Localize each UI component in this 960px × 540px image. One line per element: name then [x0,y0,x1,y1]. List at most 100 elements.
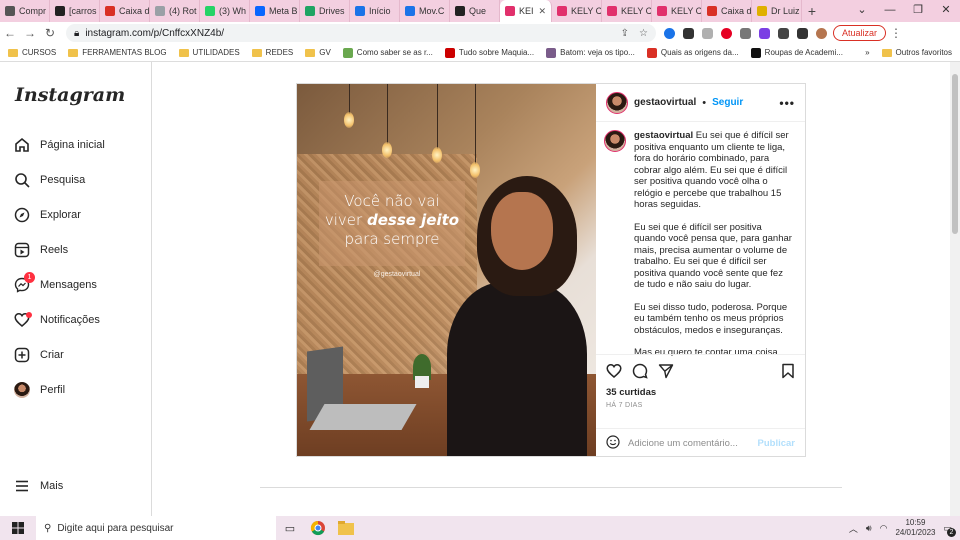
caption-text: gestaovirtual Eu sei que é difícil ser p… [634,130,794,356]
avatar[interactable] [606,91,628,114]
nav-search[interactable]: Pesquisa [14,172,85,188]
hamburger-menu-icon [14,478,30,494]
browser-tab[interactable]: Meta B [250,0,300,22]
bookmark-label: Quais as origens da... [660,48,739,57]
extension-icon[interactable] [759,27,770,39]
likes-count[interactable]: 35 curtidas [606,387,795,398]
other-bookmarks[interactable]: Outros favoritos [881,48,960,57]
tab-label: (4) Rot [169,6,197,16]
browser-tab[interactable]: Caixa d [702,0,752,22]
taskbar-search[interactable]: ⚲ Digite aqui para pesquisar [36,516,276,540]
more-options-icon[interactable]: ••• [779,96,795,110]
address-bar[interactable]: 🔒︎ instagram.com/p/CnffcxXNZ4b/ ⇪ ☆ [66,24,656,42]
browser-tab[interactable]: Caixa d [100,0,150,22]
follow-button[interactable]: Seguir [712,97,743,108]
instagram-logo[interactable]: Instagram [15,84,125,106]
nav-messages[interactable]: 1 Mensagens [14,272,97,293]
browser-tab[interactable]: KEI ✕ [500,0,552,22]
share-icon[interactable]: ⇪ [621,28,629,39]
browser-tab[interactable]: Drives [300,0,350,22]
bookmark-link[interactable]: Quais as origens da... [646,47,739,58]
emoji-icon[interactable] [606,435,620,452]
windows-start-icon[interactable] [0,522,36,534]
clock-time: 10:59 [905,518,926,527]
comment-icon[interactable] [632,363,648,382]
chevron-up-icon[interactable]: ︿ [849,522,858,535]
file-explorer-icon[interactable] [332,521,360,535]
nav-notifications[interactable]: Notificações [14,312,100,328]
notification-count: 2 [947,527,956,537]
notification-dot [26,312,32,318]
folder-icon [178,48,189,57]
browser-tab[interactable]: Compr [0,0,50,22]
bookmarks-overflow[interactable]: » [865,48,869,57]
profile-avatar[interactable] [816,27,827,39]
nav-profile[interactable]: Perfil [14,382,65,398]
image-line-2-plain: viver [324,211,367,229]
bookmark-save-icon[interactable] [781,363,795,382]
volume-icon[interactable]: 🔊︎ [866,523,872,534]
update-button[interactable]: Atualizar [833,25,887,41]
post-username[interactable]: gestaovirtual [634,97,696,108]
caption-username[interactable]: gestaovirtual [634,130,693,141]
wifi-icon[interactable]: ◠ [880,523,888,534]
browser-tab[interactable]: Mov.C [400,0,450,22]
menu-dots-icon[interactable]: ⋮ [886,26,906,40]
browser-tab[interactable]: KELY C [552,0,602,22]
browser-tab[interactable]: KELY C [602,0,652,22]
browser-tab[interactable]: [carros [50,0,100,22]
nav-more[interactable]: Mais [14,478,63,494]
browser-tab[interactable]: Dr Luiz [752,0,802,22]
post-image[interactable]: Você não vai viver desse jeito para semp… [297,84,596,456]
avatar[interactable] [604,130,626,152]
back-icon[interactable]: ← [0,26,20,40]
reload-icon[interactable]: ↻ [40,26,60,40]
notification-center-icon[interactable]: ▭ 2 [943,523,956,537]
star-icon[interactable]: ☆ [639,28,648,39]
bookmark-folder[interactable]: FERRAMENTAS BLOG [68,48,167,57]
nav-explore[interactable]: Explorar [14,207,81,223]
browser-tab[interactable]: (3) Wh [200,0,250,22]
comment-input[interactable]: Adicione um comentário... [628,438,750,449]
bookmark-folder[interactable]: UTILIDADES [178,48,240,57]
chrome-icon[interactable] [304,520,332,536]
bookmark-link[interactable]: Como saber se as r... [342,47,433,58]
nav-reels[interactable]: Reels [14,242,68,258]
window-controls: ⌄ — ❐ ✕ [848,0,960,22]
bookmark-link[interactable]: Tudo sobre Maquia... [444,47,535,58]
clock[interactable]: 10:59 24/01/2023 [895,518,935,538]
bookmark-link[interactable]: Batom: veja os tipo... [546,47,635,58]
new-tab-button[interactable]: + [802,3,822,19]
bookmark-folder[interactable]: REDES [251,48,293,57]
bookmark-label: Tudo sobre Maquia... [458,48,535,57]
publish-button[interactable]: Publicar [758,438,796,449]
chevron-down-icon[interactable]: ⌄ [848,0,876,22]
extension-icon[interactable] [702,27,713,39]
maximize-icon[interactable]: ❐ [904,0,932,22]
bookmark-link[interactable]: Roupas de Academi... [750,47,843,58]
browser-tab[interactable]: KELY C [652,0,702,22]
minimize-icon[interactable]: — [876,0,904,22]
puzzle-icon[interactable] [778,27,789,39]
nav-create[interactable]: Criar [14,347,64,363]
browser-tab[interactable]: (4) Rot [150,0,200,22]
pen-icon[interactable] [683,27,694,39]
extension-icon[interactable] [740,27,751,39]
page-scrollbar[interactable] [950,62,960,516]
close-window-icon[interactable]: ✕ [932,0,960,22]
close-tab-icon[interactable]: ✕ [538,6,546,17]
like-heart-icon[interactable] [606,363,622,382]
nav-home[interactable]: Página inicial [14,137,105,153]
scrollbar-thumb[interactable] [952,74,958,234]
bookmark-folder[interactable]: GV [305,48,331,57]
share-paperplane-icon[interactable] [658,363,674,382]
pinterest-icon[interactable] [721,27,732,39]
browser-tab[interactable]: Início [350,0,400,22]
bookmark-folder[interactable]: CURSOS [8,48,56,57]
sidepanel-icon[interactable] [797,27,808,39]
browser-tab[interactable]: Que [450,0,500,22]
task-view-icon[interactable]: ▭ [276,522,304,535]
forward-icon[interactable]: → [20,26,40,40]
tab-favicon-icon [657,6,667,16]
extension-icon[interactable] [664,27,675,39]
